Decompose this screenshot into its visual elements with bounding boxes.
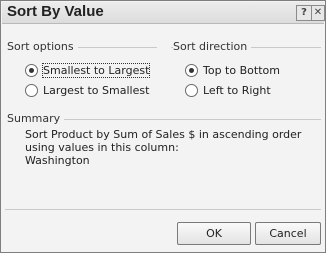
summary-label: Summary [7, 112, 65, 125]
summary-text: Sort Product by Sum of Sales $ in ascend… [25, 128, 321, 167]
bottom-divider [5, 209, 321, 210]
sort-options-label: Sort options [7, 40, 78, 53]
summary-description: Sort Product by Sum of Sales $ in ascend… [25, 128, 302, 154]
radio-left-to-right[interactable]: Left to Right [185, 82, 271, 98]
cancel-button[interactable]: Cancel [255, 222, 321, 245]
radio-smallest-to-largest[interactable]: Smallest to Largest [25, 62, 151, 78]
radio-label-smallest-to-largest: Smallest to Largest [41, 62, 151, 78]
radio-button-unchecked[interactable] [25, 83, 38, 97]
ok-button[interactable]: OK [177, 222, 251, 245]
close-icon[interactable]: ✕ [311, 5, 325, 21]
radio-button-unchecked[interactable] [185, 83, 198, 97]
radio-label-left-to-right: Left to Right [203, 83, 271, 97]
radio-button-checked[interactable] [185, 63, 198, 77]
dialog-title: Sort By Value [7, 3, 104, 20]
summary-column: Washington [25, 154, 90, 167]
radio-label-largest-to-smallest: Largest to Smallest [43, 83, 150, 97]
sort-by-value-dialog: Sort By Value ? ✕ Sort options Smallest … [0, 0, 326, 253]
help-icon[interactable]: ? [296, 5, 312, 21]
radio-top-to-bottom[interactable]: Top to Bottom [185, 62, 280, 78]
radio-label-top-to-bottom: Top to Bottom [203, 63, 280, 77]
radio-button-checked[interactable] [25, 63, 38, 77]
sort-direction-label: Sort direction [173, 40, 252, 53]
radio-largest-to-smallest[interactable]: Largest to Smallest [25, 82, 149, 98]
title-bar[interactable]: Sort By Value ? ✕ [2, 2, 325, 24]
